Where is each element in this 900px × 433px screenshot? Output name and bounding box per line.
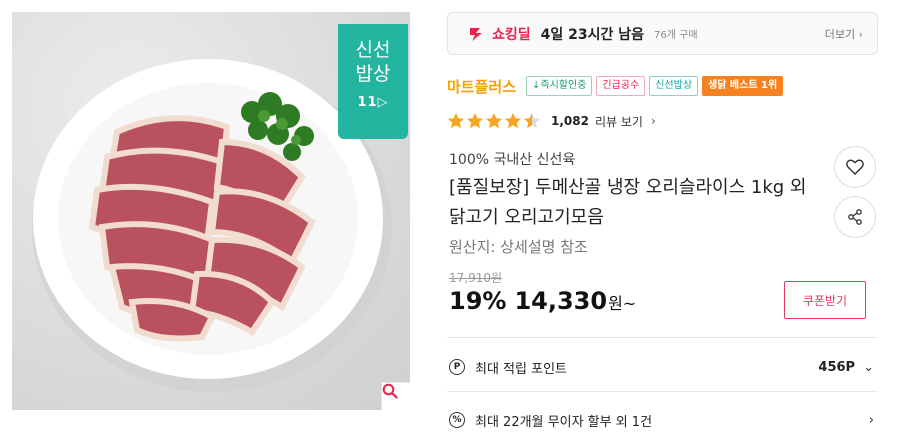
badge-line2: 밥상	[355, 63, 391, 85]
zoom-button[interactable]	[381, 382, 410, 410]
tag-best-rank: 생닭 베스트 1위	[702, 76, 784, 96]
shocking-deal-logo: 쇼킹딜	[468, 24, 531, 44]
share-button[interactable]	[834, 196, 876, 238]
chevron-right-icon: ›	[858, 27, 863, 41]
search-icon	[382, 383, 398, 399]
shocking-deal-icon	[470, 27, 482, 41]
heart-icon	[846, 159, 864, 175]
tag-fresh-table: 신선밥상	[649, 76, 699, 96]
installment-label: 최대 22개월 무이자 할부 외 1건	[475, 414, 653, 430]
seller-name[interactable]: 마트플러스	[447, 76, 516, 97]
points-label: 최대 적립 포인트	[475, 361, 567, 377]
points-value: 456P	[818, 359, 856, 375]
sale-price: 14,330	[514, 287, 608, 315]
coupon-button[interactable]: 쿠폰받기	[784, 281, 866, 319]
point-icon: P	[449, 359, 465, 375]
deal-more-link[interactable]: 더보기 ›	[825, 26, 863, 42]
divider	[447, 337, 878, 338]
product-subtitle: 100% 국내산 신선육	[449, 152, 576, 168]
chevron-right-icon: ›	[868, 412, 874, 428]
original-price: 17,910원	[449, 271, 503, 285]
star-rating	[447, 112, 543, 130]
tag-instant-discount: ↓즉시할인중	[526, 76, 593, 96]
price-row: 19% 14,330 원~	[449, 287, 636, 315]
product-image[interactable]: 신선 밥상 11▷	[12, 12, 410, 410]
shocking-deal-bar[interactable]: 쇼킹딜 4일 23시간 남음 76개 구매 더보기 ›	[447, 12, 878, 55]
stars-icon	[448, 113, 540, 129]
review-count: 1,082	[551, 114, 589, 128]
product-title: [품질보장] 두메산골 냉장 오리슬라이스 1kg 외 닭고기 오리고기모음	[449, 177, 807, 228]
review-link[interactable]: 리뷰 보기	[595, 113, 643, 130]
chevron-down-icon: ⌄	[863, 359, 874, 375]
deal-time-left: 4일 23시간 남음	[540, 26, 645, 43]
deal-buyer-count: 76개 구매	[654, 30, 698, 41]
badge-line1: 신선	[355, 39, 391, 61]
price-unit: 원~	[608, 294, 637, 313]
product-origin: 원산지: 상세설명 참조	[449, 238, 588, 256]
wishlist-button[interactable]	[834, 146, 876, 188]
installment-row[interactable]: % 최대 22개월 무이자 할부 외 1건 ›	[449, 408, 874, 432]
chevron-right-icon: ›	[650, 114, 656, 128]
divider	[447, 391, 878, 392]
tag-urgent-supply: 긴급공수	[596, 76, 646, 96]
percent-icon: %	[449, 412, 465, 428]
seller-row: 마트플러스 ↓즉시할인중 긴급공수 신선밥상 생닭 베스트 1위	[447, 75, 784, 97]
deal-more-label: 더보기	[824, 27, 856, 41]
badge-line3: 11▷	[357, 95, 389, 110]
share-icon	[848, 209, 862, 225]
discount-rate: 19%	[449, 287, 507, 315]
fresh-table-badge: 신선 밥상 11▷	[338, 24, 408, 139]
deal-brand: 쇼킹딜	[492, 26, 531, 43]
points-row[interactable]: P 최대 적립 포인트 456P ⌄	[449, 355, 874, 379]
rating-row[interactable]: 1,082 리뷰 보기 ›	[447, 110, 656, 132]
